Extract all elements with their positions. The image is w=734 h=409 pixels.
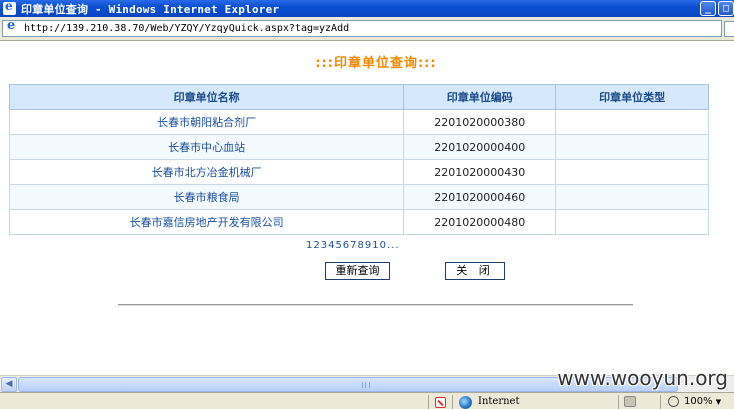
table-row: 长春市中心血站 2201020000400: [8, 134, 709, 160]
address-url[interactable]: http://139.210.38.70/Web/YZQY/YzqyQuick.…: [24, 23, 349, 34]
page-content: :::印章单位查询::: 印章单位名称 印章单位编码 印章单位类型 长春市朝阳粘…: [0, 41, 734, 376]
unit-type: [555, 134, 709, 160]
globe-icon: [459, 396, 472, 409]
unit-code: 2201020000480: [403, 209, 557, 235]
close-button[interactable]: 关 闭: [445, 262, 505, 280]
scroll-grip-icon: [362, 382, 370, 388]
unit-name-link[interactable]: 长春市中心血站: [8, 134, 405, 160]
address-bar: http://139.210.38.70/Web/YZQY/YzqyQuick.…: [0, 17, 734, 41]
table-header-row: 印章单位名称 印章单位编码 印章单位类型: [8, 84, 709, 110]
unit-name-link[interactable]: 长春市北方冶金机械厂: [8, 159, 405, 185]
status-bar: Internet 100% ▼: [0, 392, 734, 409]
unit-type: [555, 159, 709, 185]
chevron-down-icon[interactable]: ▼: [716, 398, 721, 406]
unit-code: 2201020000380: [403, 109, 557, 135]
status-separator: [428, 395, 429, 409]
status-separator: [452, 395, 453, 409]
column-header-name: 印章单位名称: [8, 84, 405, 110]
security-zone: Internet: [478, 396, 520, 407]
watermark-text: www.wooyun.org: [557, 366, 728, 390]
page-icon: [6, 18, 19, 35]
column-header-code: 印章单位编码: [403, 84, 557, 110]
divider: [118, 304, 633, 306]
requery-button[interactable]: 重新查询: [325, 262, 390, 280]
table-row: 长春市粮食局 2201020000460: [8, 184, 709, 210]
unit-type: [555, 184, 709, 210]
table-row: 长春市嘉信房地产开发有限公司 2201020000480: [8, 209, 709, 235]
unit-code: 2201020000400: [403, 134, 557, 160]
status-separator: [660, 395, 661, 409]
protected-mode-icon[interactable]: [624, 396, 636, 407]
address-input[interactable]: http://139.210.38.70/Web/YZQY/YzqyQuick.…: [2, 18, 722, 37]
status-separator: [618, 395, 619, 409]
unit-code: 2201020000460: [403, 184, 557, 210]
minimize-button[interactable]: _: [700, 1, 716, 16]
address-dropdown-button[interactable]: [724, 21, 734, 37]
window-controls: _ □: [700, 1, 734, 16]
unit-name-link[interactable]: 长春市嘉信房地产开发有限公司: [8, 209, 405, 235]
pagination-links[interactable]: 12345678910...: [306, 240, 400, 251]
ie-logo-icon: [3, 0, 16, 15]
unit-name-link[interactable]: 长春市粮食局: [8, 184, 405, 210]
unit-name-link[interactable]: 长春市朝阳粘合剂厂: [8, 109, 405, 135]
window-title: 印章单位查询 - Windows Internet Explorer: [21, 2, 280, 16]
zoom-icon[interactable]: [668, 396, 679, 407]
unit-code: 2201020000430: [403, 159, 557, 185]
zoom-level[interactable]: 100% ▼: [684, 396, 721, 407]
maximize-button[interactable]: □: [718, 1, 734, 16]
results-table: 印章单位名称 印章单位编码 印章单位类型 长春市朝阳粘合剂厂 220102000…: [8, 84, 709, 235]
page-title: :::印章单位查询:::: [315, 56, 437, 71]
column-header-type: 印章单位类型: [555, 84, 709, 110]
scroll-left-arrow-icon[interactable]: ◀: [1, 377, 17, 392]
popup-blocked-icon[interactable]: [435, 397, 446, 408]
table-row: 长春市朝阳粘合剂厂 2201020000380: [8, 109, 709, 135]
table-row: 长春市北方冶金机械厂 2201020000430: [8, 159, 709, 185]
unit-type: [555, 209, 709, 235]
window-titlebar: 印章单位查询 - Windows Internet Explorer _ □: [0, 0, 734, 17]
unit-type: [555, 109, 709, 135]
